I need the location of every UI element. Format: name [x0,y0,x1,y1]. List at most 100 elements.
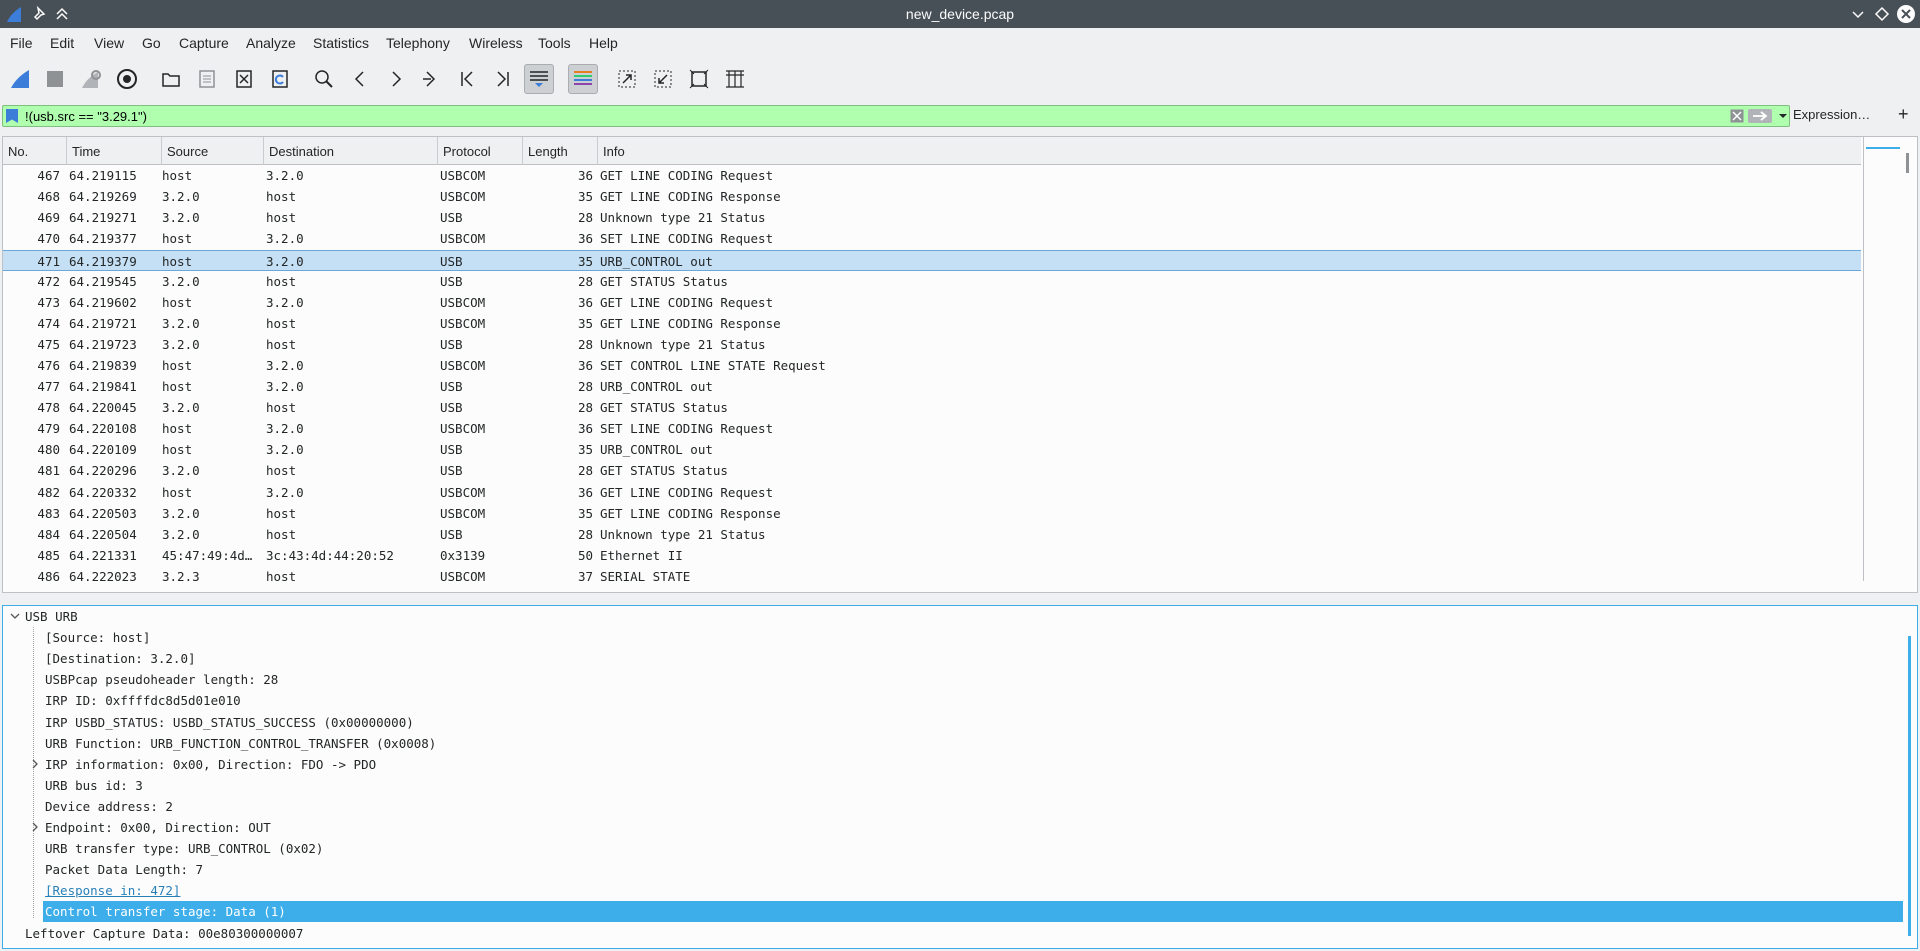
go-back-button[interactable] [345,64,375,94]
column-header-protocol[interactable]: Protocol [438,137,523,165]
detail-row[interactable]: URB Function: URB_FUNCTION_CONTROL_TRANS… [3,733,1903,754]
packet-row[interactable]: 484 64.220504 3.2.0 host USB 28 Unknown type 2… [3,524,1861,545]
packet-row[interactable]: 472 64.219545 3.2.0 host USB 28 GET STATUS Sta… [3,271,1861,292]
clear-filter-icon[interactable] [1730,109,1744,123]
add-filter-button[interactable]: + [1898,104,1909,125]
cell-protocol: USBCOM [440,505,486,521]
column-header-destination[interactable]: Destination [264,137,438,165]
packet-row[interactable]: 471 64.219379 host 3.2.0 USB 35 URB_CONTROL ou… [3,250,1861,272]
find-packet-button[interactable] [309,64,339,94]
detail-row[interactable]: [Source: host] [3,627,1903,648]
apply-filter-icon[interactable] [1748,108,1772,124]
close-icon[interactable] [1896,4,1916,24]
detail-row-text: URB Function: URB_FUNCTION_CONTROL_TRANS… [45,735,437,751]
go-forward-button[interactable] [381,64,411,94]
bookmark-icon[interactable] [6,109,18,123]
packet-row[interactable]: 486 64.222023 3.2.3 host USBCOM 37 SERIAL STAT… [3,566,1861,587]
packet-row[interactable]: 483 64.220503 3.2.0 host USBCOM 35 GET LINE CO… [3,503,1861,524]
packet-row[interactable]: 475 64.219723 3.2.0 host USB 28 Unknown type 2… [3,334,1861,355]
packet-row[interactable]: 467 64.219115 host 3.2.0 USBCOM 36 GET LINE CO… [3,165,1861,186]
go-first-packet-button[interactable] [452,64,482,94]
packet-row[interactable]: 477 64.219841 host 3.2.0 USB 28 URB_CONTROL ou… [3,376,1861,397]
filter-dropdown-icon[interactable] [1778,111,1788,121]
packet-row[interactable]: 469 64.219271 3.2.0 host USB 28 Unknown type 2… [3,207,1861,228]
menu-telephony[interactable]: Telephony [386,35,450,51]
column-header-length[interactable]: Length [523,137,598,165]
packet-list-horizontal-scrollbar[interactable] [13,592,1855,593]
zoom-in-button[interactable] [612,64,642,94]
packet-details-scrollbar[interactable] [1908,636,1911,936]
packet-row[interactable]: 480 64.220109 host 3.2.0 USB 35 URB_CONTROL ou… [3,439,1861,460]
packet-row[interactable]: 474 64.219721 3.2.0 host USBCOM 35 GET LINE CO… [3,313,1861,334]
open-file-button[interactable] [156,64,186,94]
auto-scroll-button[interactable] [524,64,554,94]
resize-columns-button[interactable] [720,64,750,94]
display-filter-input[interactable]: !(usb.src == "3.29.1") [2,105,1790,127]
menu-tools[interactable]: Tools [538,35,571,51]
detail-row[interactable]: Control transfer stage: Data (1) [43,901,1903,923]
chevron-right-icon[interactable] [29,758,41,770]
packet-row[interactable]: 468 64.219269 3.2.0 host USBCOM 35 GET LINE CO… [3,186,1861,207]
detail-row[interactable]: IRP information: 0x00, Direction: FDO ->… [3,754,1903,775]
minimize-icon[interactable] [1848,4,1868,24]
packet-row[interactable]: 478 64.220045 3.2.0 host USB 28 GET STATUS Sta… [3,397,1861,418]
detail-row[interactable]: Packet Data Length: 7 [3,859,1903,880]
go-last-packet-button[interactable] [488,64,518,94]
maximize-icon[interactable] [1872,4,1892,24]
reload-file-button[interactable] [265,64,295,94]
detail-row[interactable]: URB transfer type: URB_CONTROL (0x02) [3,838,1903,859]
detail-row[interactable]: Leftover Capture Data: 00e80300000007 [3,923,1903,944]
packet-row[interactable]: 482 64.220332 host 3.2.0 USBCOM 36 GET LINE CO… [3,482,1861,503]
cell-info: SERIAL STATE [600,568,691,584]
packet-minimap[interactable] [1863,137,1901,581]
packet-row[interactable]: 473 64.219602 host 3.2.0 USBCOM 36 GET LINE CO… [3,292,1861,313]
close-file-button[interactable] [229,64,259,94]
stop-capture-button[interactable] [40,64,70,94]
normal-size-button[interactable] [684,64,714,94]
expression-button[interactable]: Expression… [1793,107,1870,122]
detail-row[interactable]: USB URB [3,606,1903,627]
cell-info: GET STATUS Status [600,400,728,416]
chevron-down-icon[interactable] [9,610,21,622]
menu-wireless[interactable]: Wireless [469,35,523,51]
cell-destination: host [266,568,297,584]
detail-row[interactable]: URB bus id: 3 [3,775,1903,796]
column-header-info[interactable]: Info [598,137,1861,165]
packet-row[interactable]: 479 64.220108 host 3.2.0 USBCOM 36 SET LINE CO… [3,418,1861,439]
zoom-out-button[interactable] [648,64,678,94]
column-header-time[interactable]: Time [67,137,162,165]
menu-edit[interactable]: Edit [50,35,74,51]
packet-list-vertical-scrollbar[interactable] [1906,153,1909,173]
cell-destination: 3.2.0 [266,254,304,270]
detail-row[interactable]: [Destination: 3.2.0] [3,648,1903,669]
detail-link-row[interactable]: [Response in: 472] [3,880,1903,901]
menu-file[interactable]: File [10,35,33,51]
chevron-right-icon[interactable] [29,821,41,833]
menu-help[interactable]: Help [589,35,618,51]
packet-row[interactable]: 481 64.220296 3.2.0 host USB 28 GET STATUS Sta… [3,460,1861,481]
detail-row[interactable]: USBPcap pseudoheader length: 28 [3,669,1903,690]
detail-row[interactable]: Device address: 2 [3,796,1903,817]
menu-go[interactable]: Go [142,35,161,51]
column-header-no[interactable]: No. [3,137,67,165]
cell-source: 3.2.0 [162,315,200,331]
column-header-source[interactable]: Source [162,137,264,165]
capture-options-button[interactable] [112,64,142,94]
menu-view[interactable]: View [94,35,124,51]
packet-row[interactable]: 485 64.221331 45:47:49:4d… 3c:43:4d:44:20:5… [3,545,1861,566]
menu-analyze[interactable]: Analyze [246,35,296,51]
save-file-button[interactable] [192,64,222,94]
start-capture-button[interactable] [5,64,35,94]
detail-row[interactable]: IRP USBD_STATUS: USBD_STATUS_SUCCESS (0x… [3,712,1903,733]
packet-row[interactable]: 476 64.219839 host 3.2.0 USBCOM 36 SET CONTROL… [3,355,1861,376]
colorize-button[interactable] [568,64,598,94]
detail-row[interactable]: IRP ID: 0xffffdc8d5d01e010 [3,690,1903,711]
detail-row[interactable]: Endpoint: 0x00, Direction: OUT [3,817,1903,838]
packet-row[interactable]: 470 64.219377 host 3.2.0 USBCOM 36 SET LINE CO… [3,228,1861,249]
menu-statistics[interactable]: Statistics [313,35,369,51]
go-to-packet-button[interactable] [416,64,446,94]
cell-time: 64.221331 [69,547,137,563]
menu-capture[interactable]: Capture [179,35,229,51]
cell-time: 64.220332 [69,484,137,500]
restart-capture-button[interactable] [76,64,106,94]
